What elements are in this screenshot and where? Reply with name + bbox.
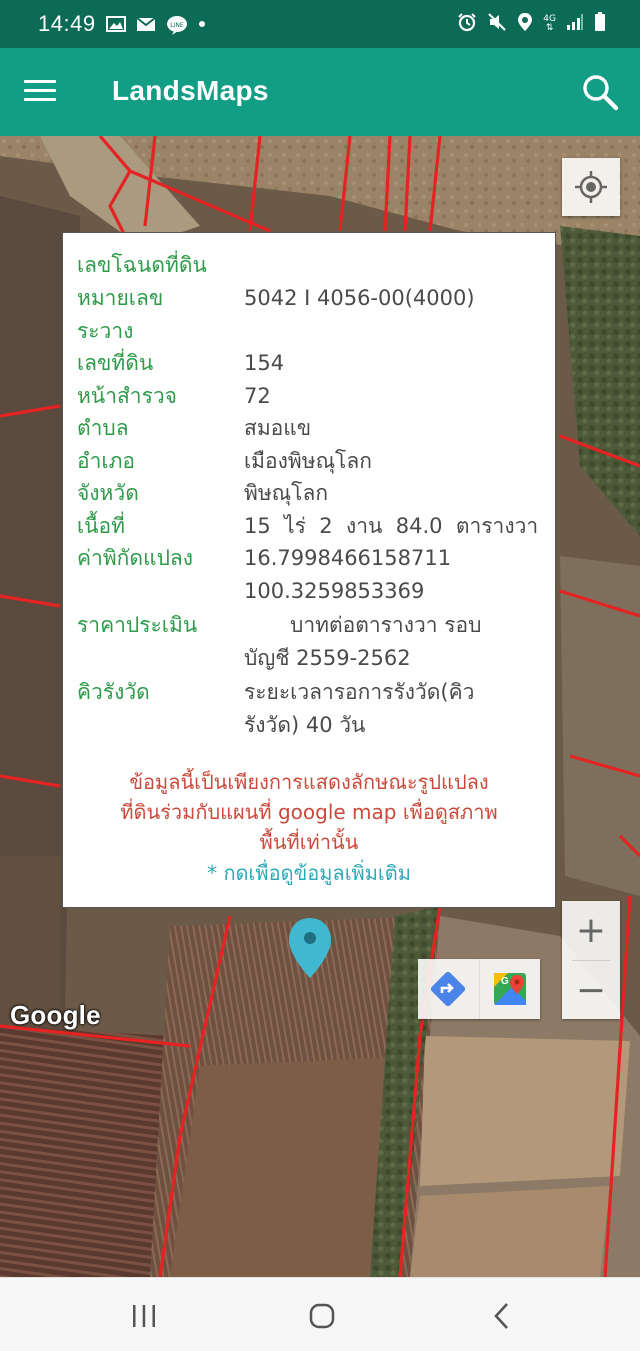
battery-icon	[594, 12, 606, 36]
info-label: ค่าพิกัดแปลง	[77, 546, 194, 570]
note-line: ข้อมูลนี้เป็นเพียงการแสดงลักษณะรูปแปลง	[129, 770, 489, 794]
latitude-value: 16.7998466158711	[244, 546, 452, 570]
note-line: ที่ดินร่วมกับแผนที่ google map เพื่อดูสภ…	[120, 800, 498, 824]
gmail-icon	[135, 15, 156, 33]
info-value: พิษณุโลก	[244, 481, 329, 505]
zoom-out-button[interactable]: −	[562, 961, 620, 1019]
map-pin-icon[interactable]	[286, 916, 334, 980]
zoom-controls: + −	[562, 901, 620, 1019]
home-icon[interactable]	[298, 1298, 346, 1334]
info-label: ตำบล	[77, 416, 129, 440]
deed-heading: เลขโฉนดที่ดิน	[77, 253, 207, 277]
app-title: LandsMaps	[112, 75, 269, 106]
mute-icon	[487, 12, 507, 36]
zoom-in-button[interactable]: +	[562, 901, 620, 959]
search-icon[interactable]	[580, 72, 620, 112]
info-label: ระวาง	[77, 318, 134, 343]
info-row-survey-queue: คิวรังวัด ระยะเวลารอการรังวัด(คิว รังวัด…	[77, 676, 541, 741]
navigation-bar	[0, 1277, 640, 1351]
info-label: เลขที่ดิน	[77, 351, 154, 375]
svg-text:LINE: LINE	[170, 22, 184, 29]
appraisal-line-1: บาทต่อตารางวา รอบ	[244, 609, 541, 642]
info-row-province: จังหวัด พิษณุโลก	[77, 477, 541, 510]
survey-queue-value: ระยะเวลารอการรังวัด(คิว รังวัด) 40 วัน	[244, 676, 541, 741]
info-row-survey-page: หน้าสำรวจ 72	[77, 380, 541, 413]
back-icon[interactable]	[478, 1298, 526, 1334]
network-4g-icon: 4G ⇅	[543, 14, 556, 33]
google-attribution: Google	[10, 1000, 101, 1030]
info-label: ราคาประเมิน	[77, 613, 198, 637]
alarm-icon	[457, 12, 477, 36]
note-line: พื้นที่เท่านั้น	[259, 830, 359, 854]
line-icon: LINE	[166, 15, 187, 35]
network-label: 4G	[543, 14, 556, 24]
info-value: 72	[244, 383, 271, 408]
screen: 14:49 LINE 4G ⇅ LandsMaps เลขโฉนดที่ดิน …	[0, 0, 640, 1351]
map-toolbar: G	[418, 959, 540, 1019]
info-row-district: อำเภอ เมืองพิษณุโลก	[77, 445, 541, 478]
satellite-map[interactable]: เลขโฉนดที่ดิน หมายเลข 5042 I 4056-00(400…	[0, 136, 640, 1277]
info-value: สมอแข	[244, 416, 312, 440]
signal-icon	[566, 13, 584, 35]
disclaimer-note: ข้อมูลนี้เป็นเพียงการแสดงลักษณะรูปแปลง ท…	[77, 767, 541, 857]
gallery-icon	[105, 15, 126, 33]
info-row-number: หมายเลข 5042 I 4056-00(4000)	[77, 282, 541, 315]
info-label: คิวรังวัด	[77, 680, 150, 704]
more-info-link[interactable]: * กดเพื่อดูข้อมูลเพิ่มเติม	[77, 857, 541, 889]
survey-queue-line-2: รังวัด) 40 วัน	[244, 712, 366, 737]
info-label: จังหวัด	[77, 481, 139, 505]
location-icon	[517, 12, 533, 36]
google-maps-icon: G	[493, 973, 526, 1005]
directions-icon	[431, 971, 466, 1007]
appraisal-value: บาทต่อตารางวา รอบ บัญชี 2559-2562	[244, 609, 541, 674]
info-value: 154	[244, 351, 285, 375]
info-row-parcel: เลขที่ดิน 154	[77, 347, 541, 380]
status-bar: 14:49 LINE 4G ⇅	[0, 0, 640, 48]
survey-queue-line-1: ระยะเวลารอการรังวัด(คิว	[244, 680, 475, 704]
recent-apps-icon[interactable]	[120, 1298, 168, 1334]
status-time: 14:49	[38, 11, 96, 36]
info-value	[244, 315, 541, 348]
info-row-appraisal: ราคาประเมิน บาทต่อตารางวา รอบ บัญชี 2559…	[77, 609, 541, 674]
svg-text:G: G	[501, 976, 509, 987]
status-left: 14:49 LINE	[38, 11, 216, 37]
hamburger-menu-icon[interactable]	[24, 74, 64, 110]
land-info-window: เลขโฉนดที่ดิน หมายเลข 5042 I 4056-00(400…	[62, 232, 556, 908]
info-row-sheet: ระวาง	[77, 315, 541, 348]
status-right: 4G ⇅	[457, 12, 606, 36]
info-value: 5042 I 4056-00(4000)	[244, 286, 475, 310]
coordinates-value: 16.7998466158711 100.3259853369	[244, 542, 541, 607]
directions-button[interactable]	[418, 959, 479, 1019]
info-label: หน้าสำรวจ	[77, 383, 177, 408]
dot-icon	[196, 15, 216, 33]
info-label: อำเภอ	[77, 448, 136, 473]
longitude-value: 100.3259853369	[244, 578, 425, 603]
info-row-coordinates: ค่าพิกัดแปลง 16.7998466158711 100.325985…	[77, 542, 541, 607]
app-bar: LandsMaps	[0, 48, 640, 136]
info-value: เมืองพิษณุโลก	[244, 448, 372, 473]
crosshair-icon	[575, 171, 607, 203]
open-google-maps-button[interactable]: G	[478, 959, 541, 1019]
my-location-button[interactable]	[562, 158, 620, 216]
info-label: เนื้อที่	[77, 513, 125, 538]
info-row-subdistrict: ตำบล สมอแข	[77, 412, 541, 445]
info-value: 15 ไร่ 2 งาน 84.0 ตารางวา	[244, 513, 539, 538]
appraisal-line-2: บัญชี 2559-2562	[244, 645, 411, 670]
info-row-area: เนื้อที่ 15 ไร่ 2 งาน 84.0 ตารางวา	[77, 510, 541, 543]
appraisal-unit: บาทต่อตารางวา รอบ	[290, 613, 482, 637]
info-label: หมายเลข	[77, 286, 164, 310]
